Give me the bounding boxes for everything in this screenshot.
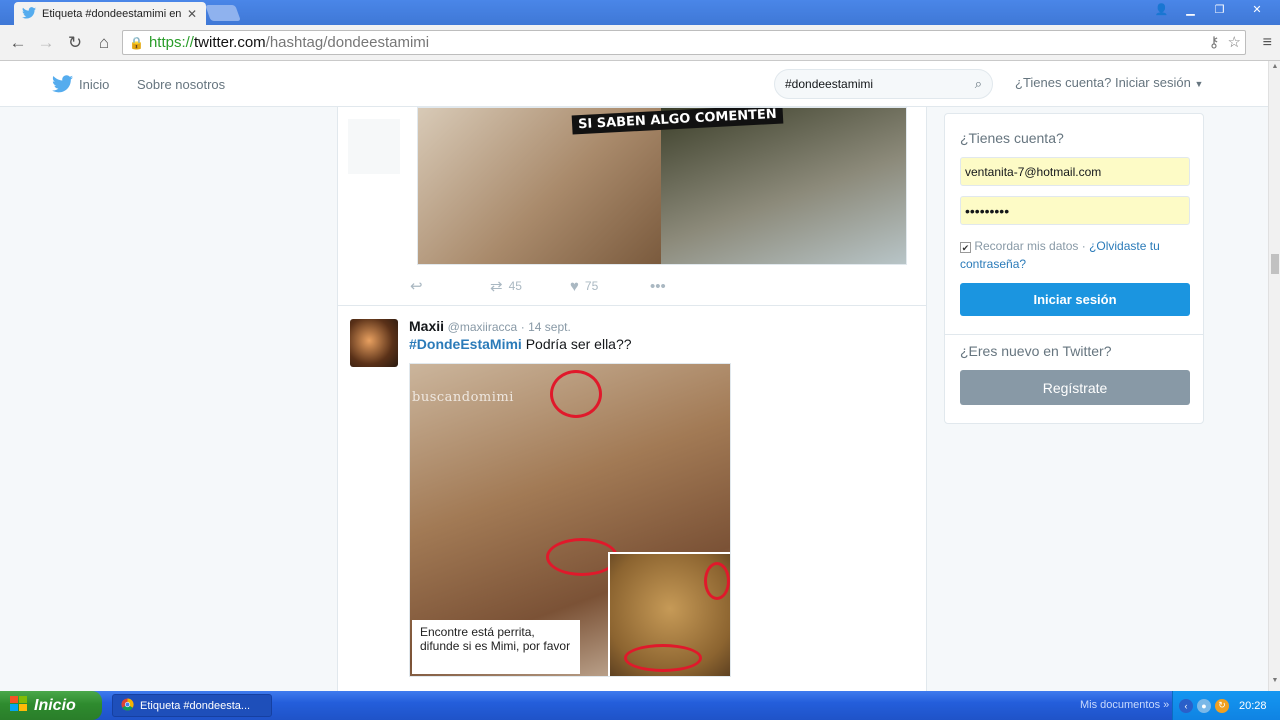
taskbar: Inicio Etiqueta #dondeesta... Mis docume…: [0, 691, 1280, 720]
tray-collapse-icon[interactable]: ‹: [1179, 698, 1193, 713]
nav-home-link[interactable]: Inicio: [52, 75, 109, 93]
red-circle-mark: [550, 370, 602, 418]
remember-row: ✔ Recordar mis datos · ¿Olvidaste tu con…: [960, 237, 1190, 273]
key-icon[interactable]: ⚷: [1209, 33, 1220, 51]
retweet-button[interactable]: ⇄ 45: [490, 277, 570, 295]
forward-icon[interactable]: →: [36, 33, 56, 53]
login-card: ¿Tienes cuenta? ✔ Recordar mis datos · ¿…: [944, 113, 1204, 424]
window-close-icon[interactable]: ✕: [1234, 0, 1280, 18]
system-tray: ‹ ● ↻ 20:28: [1172, 691, 1280, 720]
signup-button[interactable]: Regístrate: [960, 370, 1190, 405]
chevron-icon: »: [1163, 699, 1170, 711]
tweet-author-name[interactable]: Maxii: [409, 318, 444, 334]
twitter-bird-icon: [52, 75, 73, 93]
tab-close-icon[interactable]: ✕: [186, 7, 198, 21]
dog-photo-right: [661, 108, 906, 264]
divider: [945, 334, 1203, 335]
login-dropdown-link[interactable]: ¿Tienes cuenta? Iniciar sesión ▼: [1015, 75, 1203, 90]
tweet-author-handle[interactable]: @maxiiracca: [448, 320, 518, 334]
update-icon[interactable]: ↻: [1215, 698, 1229, 713]
tweet-image[interactable]: buscandomimi Encontre está perrita, difu…: [409, 363, 731, 677]
minimize-icon[interactable]: ▁: [1176, 0, 1205, 18]
chrome-icon: [121, 697, 134, 714]
more-icon: •••: [650, 277, 666, 295]
browser-tab[interactable]: Etiqueta #dondeestamimi en ✕: [14, 2, 206, 25]
search-input[interactable]: [785, 77, 975, 91]
twitter-page: Inicio Sobre nosotros ⌕ ¿Tienes cuenta? …: [0, 61, 1268, 691]
browser-titlebar: Etiqueta #dondeestamimi en ✕ 👤 ▁ ❐ ✕: [0, 0, 1280, 25]
login-card-title: ¿Tienes cuenta?: [960, 130, 1064, 146]
red-circle-mark: [624, 644, 702, 672]
password-field[interactable]: [960, 196, 1190, 225]
url-text: https://twitter.com/hashtag/dondeestamim…: [148, 34, 430, 51]
start-label: Inicio: [34, 696, 76, 714]
tweet-actions: ↩ ⇄ 45 ♥ 75 •••: [410, 277, 666, 296]
scroll-thumb[interactable]: [1271, 254, 1279, 274]
browser-toolbar: ← → ↻ ⌂ 🔒 https://twitter.com/hashtag/do…: [0, 25, 1280, 61]
more-button[interactable]: •••: [650, 278, 666, 295]
search-box[interactable]: ⌕: [774, 69, 993, 99]
user-icon[interactable]: 👤: [1147, 0, 1176, 18]
login-button[interactable]: Iniciar sesión: [960, 283, 1190, 316]
tweet-header: Maxii @maxiiracca · 14 sept.: [409, 318, 571, 334]
remember-checkbox[interactable]: ✔: [960, 242, 971, 253]
nav-about-link[interactable]: Sobre nosotros: [137, 77, 225, 92]
tweet-timestamp[interactable]: · 14 sept.: [521, 320, 571, 334]
reload-icon[interactable]: ↻: [65, 33, 85, 53]
image-caption: Encontre está perrita, difunde si es Mim…: [412, 620, 580, 674]
retweet-icon: ⇄: [490, 278, 503, 295]
like-count: 75: [584, 279, 599, 293]
star-icon[interactable]: ☆: [1228, 33, 1241, 51]
reply-icon: ↩: [410, 278, 423, 295]
page-scrollbar[interactable]: ▲ ▼: [1268, 61, 1280, 691]
remember-label: Recordar mis datos ·: [974, 239, 1086, 253]
home-icon[interactable]: ⌂: [94, 33, 114, 53]
back-icon[interactable]: ←: [8, 33, 28, 53]
tweet-stream: SI SABEN ALGO COMENTEN ↩ ⇄ 45 ♥ 75 ••• M…: [337, 107, 927, 691]
task-label: Etiqueta #dondeesta...: [140, 699, 251, 712]
menu-icon[interactable]: ≡: [1263, 34, 1272, 52]
top-navigation: Inicio Sobre nosotros ⌕ ¿Tienes cuenta? …: [0, 61, 1268, 107]
red-circle-mark: [704, 562, 730, 600]
nav-home-label: Inicio: [79, 76, 110, 92]
tab-title: Etiqueta #dondeestamimi en: [42, 7, 182, 20]
login-link-label: ¿Tienes cuenta? Iniciar sesión: [1015, 75, 1191, 90]
tray-label: Mis documentos: [1080, 699, 1161, 711]
tweet: SI SABEN ALGO COMENTEN ↩ ⇄ 45 ♥ 75 •••: [338, 107, 926, 306]
email-field[interactable]: [960, 157, 1190, 186]
reply-button[interactable]: ↩: [410, 277, 490, 295]
tweet-image[interactable]: SI SABEN ALGO COMENTEN: [417, 107, 907, 265]
restore-icon[interactable]: ❐: [1205, 0, 1234, 18]
search-icon[interactable]: ⌕: [975, 76, 982, 92]
avatar[interactable]: [350, 319, 398, 367]
taskbar-chrome-item[interactable]: Etiqueta #dondeesta...: [112, 694, 272, 717]
scroll-down-icon[interactable]: ▼: [1269, 677, 1280, 689]
my-documents-toolbar[interactable]: Mis documentos »: [1080, 699, 1169, 711]
scroll-up-icon[interactable]: ▲: [1269, 63, 1280, 75]
new-user-prompt: ¿Eres nuevo en Twitter?: [960, 343, 1112, 359]
network-icon[interactable]: ●: [1197, 698, 1211, 713]
lock-icon: 🔒: [129, 35, 144, 50]
retweet-count: 45: [508, 279, 522, 293]
avatar: [348, 119, 400, 174]
start-button[interactable]: Inicio: [0, 691, 102, 720]
new-tab-button[interactable]: [205, 5, 241, 21]
address-bar[interactable]: 🔒 https://twitter.com/hashtag/dondeestam…: [122, 30, 1246, 55]
tweet-text: #DondeEstaMimi Podría ser ella??: [409, 336, 632, 352]
windows-logo-icon: [10, 696, 28, 715]
clock: 20:28: [1239, 699, 1267, 712]
window-controls: 👤 ▁ ❐ ✕: [1147, 0, 1280, 20]
image-watermark: buscandomimi: [412, 390, 514, 405]
hashtag-link[interactable]: #DondeEstaMimi: [409, 336, 522, 352]
tweet: Maxii @maxiiracca · 14 sept. #DondeEstaM…: [338, 307, 926, 691]
tweet-body: Podría ser ella??: [525, 336, 632, 352]
twitter-favicon-icon: [22, 6, 36, 21]
heart-icon: ♥: [570, 277, 579, 295]
like-button[interactable]: ♥ 75: [570, 278, 650, 295]
dog-inset-photo: [608, 552, 730, 676]
caret-down-icon: ▼: [1194, 79, 1204, 89]
